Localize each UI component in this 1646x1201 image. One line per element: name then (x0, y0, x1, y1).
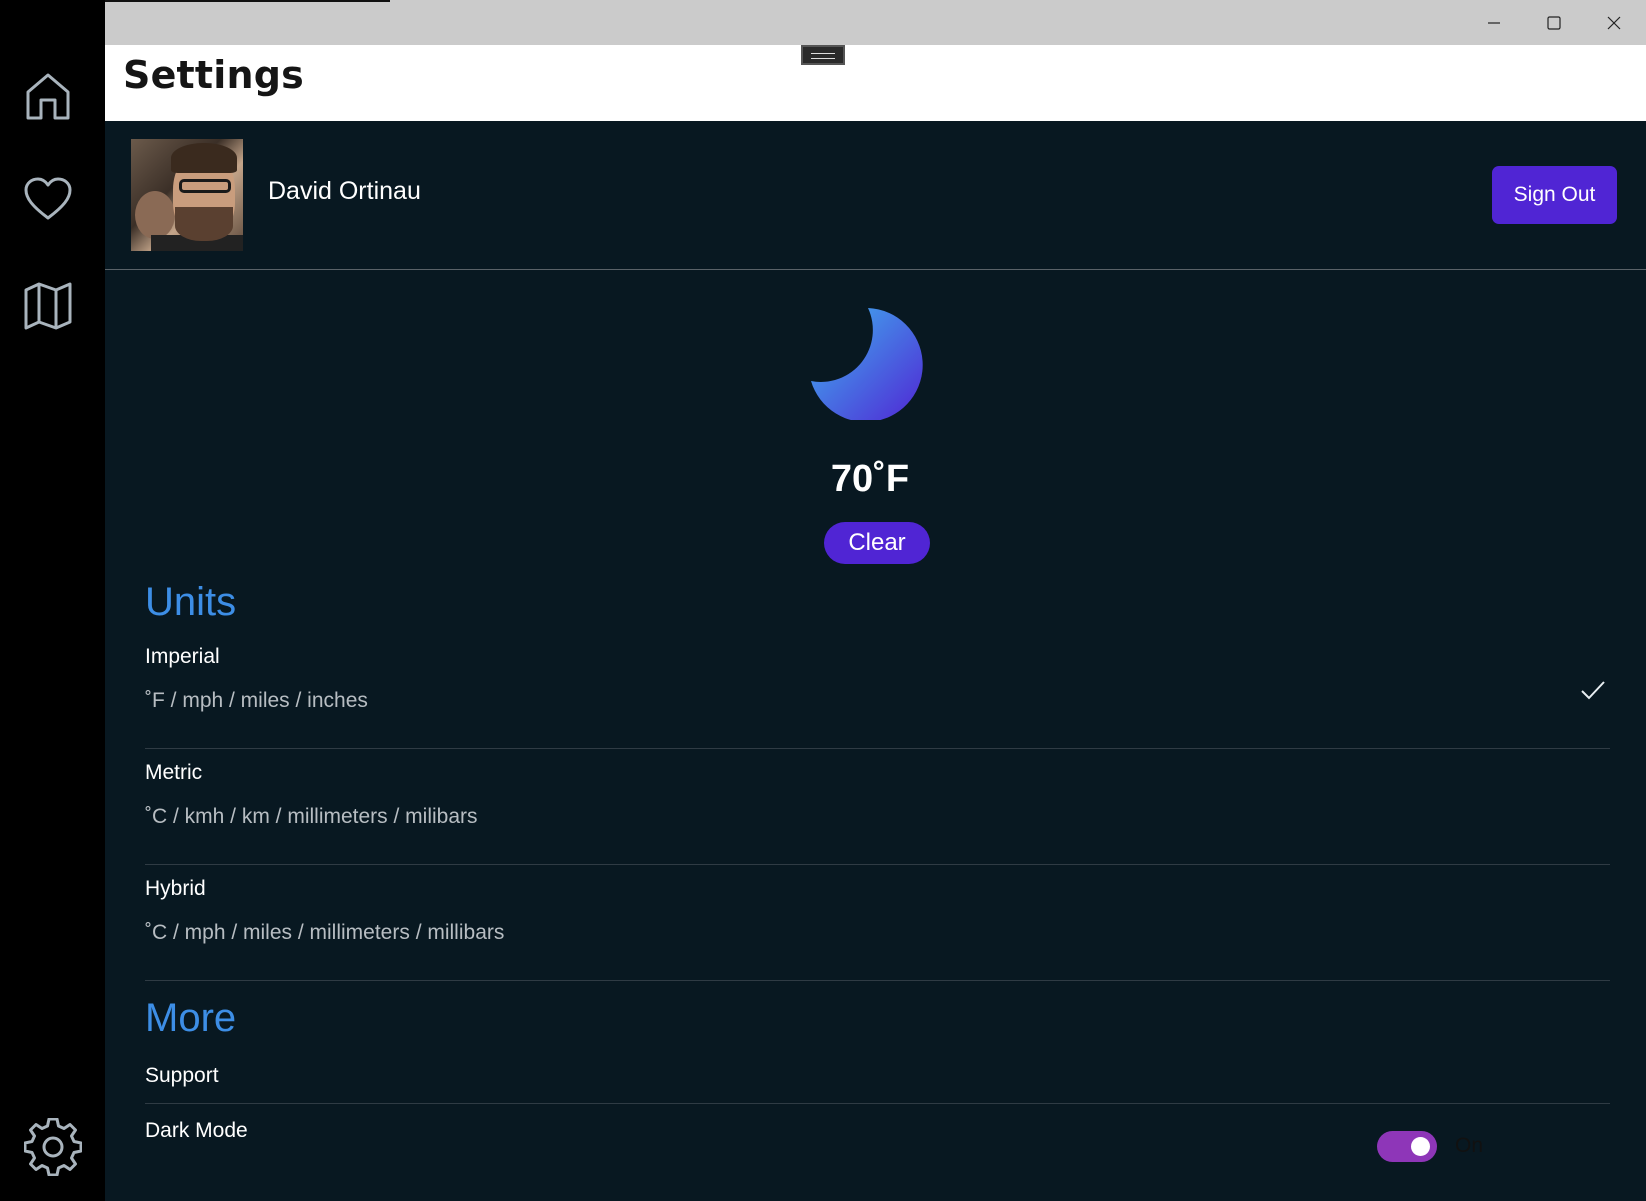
units-section-title: Units (145, 580, 237, 624)
page-header: Settings (105, 45, 1646, 121)
unit-option-metric[interactable]: Metric ˚C / kmh / km / millimeters / mil… (145, 761, 1610, 861)
moon-icon (808, 305, 938, 422)
divider (145, 748, 1610, 749)
unit-option-hybrid[interactable]: Hybrid ˚C / mph / miles / millimeters / … (145, 877, 1610, 977)
dark-mode-label: Dark Mode (145, 1119, 248, 1142)
page-title: Settings (123, 53, 304, 97)
map-icon[interactable] (22, 280, 74, 332)
divider (145, 1103, 1610, 1104)
sign-out-button[interactable]: Sign Out (1492, 166, 1617, 224)
gear-icon[interactable] (23, 1117, 83, 1177)
temperature: 70˚F (830, 458, 910, 500)
more-section-title: More (145, 996, 237, 1040)
divider (145, 980, 1610, 981)
app-window: Settings David Ortinau Sign Out 70˚F Cle… (105, 0, 1646, 1201)
unit-option-imperial[interactable]: Imperial ˚F / mph / miles / inches (145, 645, 1610, 745)
title-bar[interactable] (105, 0, 1646, 45)
minimize-icon[interactable] (1471, 7, 1517, 39)
profile-section: David Ortinau Sign Out (105, 121, 1646, 270)
unit-option-description: ˚C / kmh / km / millimeters / milibars (145, 805, 478, 828)
toggle-knob (1411, 1137, 1430, 1156)
avatar (131, 139, 243, 251)
maximize-icon[interactable] (1531, 7, 1577, 39)
unit-option-label: Metric (145, 761, 203, 784)
check-icon (1581, 681, 1605, 700)
profile-name: David Ortinau (268, 177, 421, 205)
nav-rail (0, 0, 105, 1201)
close-icon[interactable] (1591, 7, 1637, 39)
unit-option-description: ˚F / mph / miles / inches (145, 689, 368, 712)
unit-option-label: Hybrid (145, 877, 206, 900)
title-bar-strip (105, 0, 390, 2)
drag-handle[interactable] (801, 45, 845, 65)
heart-icon[interactable] (22, 174, 74, 226)
dark-mode-toggle[interactable] (1377, 1131, 1437, 1162)
divider (145, 864, 1610, 865)
unit-option-label: Imperial (145, 645, 220, 668)
support-link[interactable]: Support (145, 1064, 219, 1088)
home-icon[interactable] (22, 70, 74, 122)
condition-badge[interactable]: Clear (824, 522, 930, 564)
unit-option-description: ˚C / mph / miles / millimeters / milliba… (145, 921, 505, 944)
dark-mode-state: On (1455, 1134, 1484, 1157)
